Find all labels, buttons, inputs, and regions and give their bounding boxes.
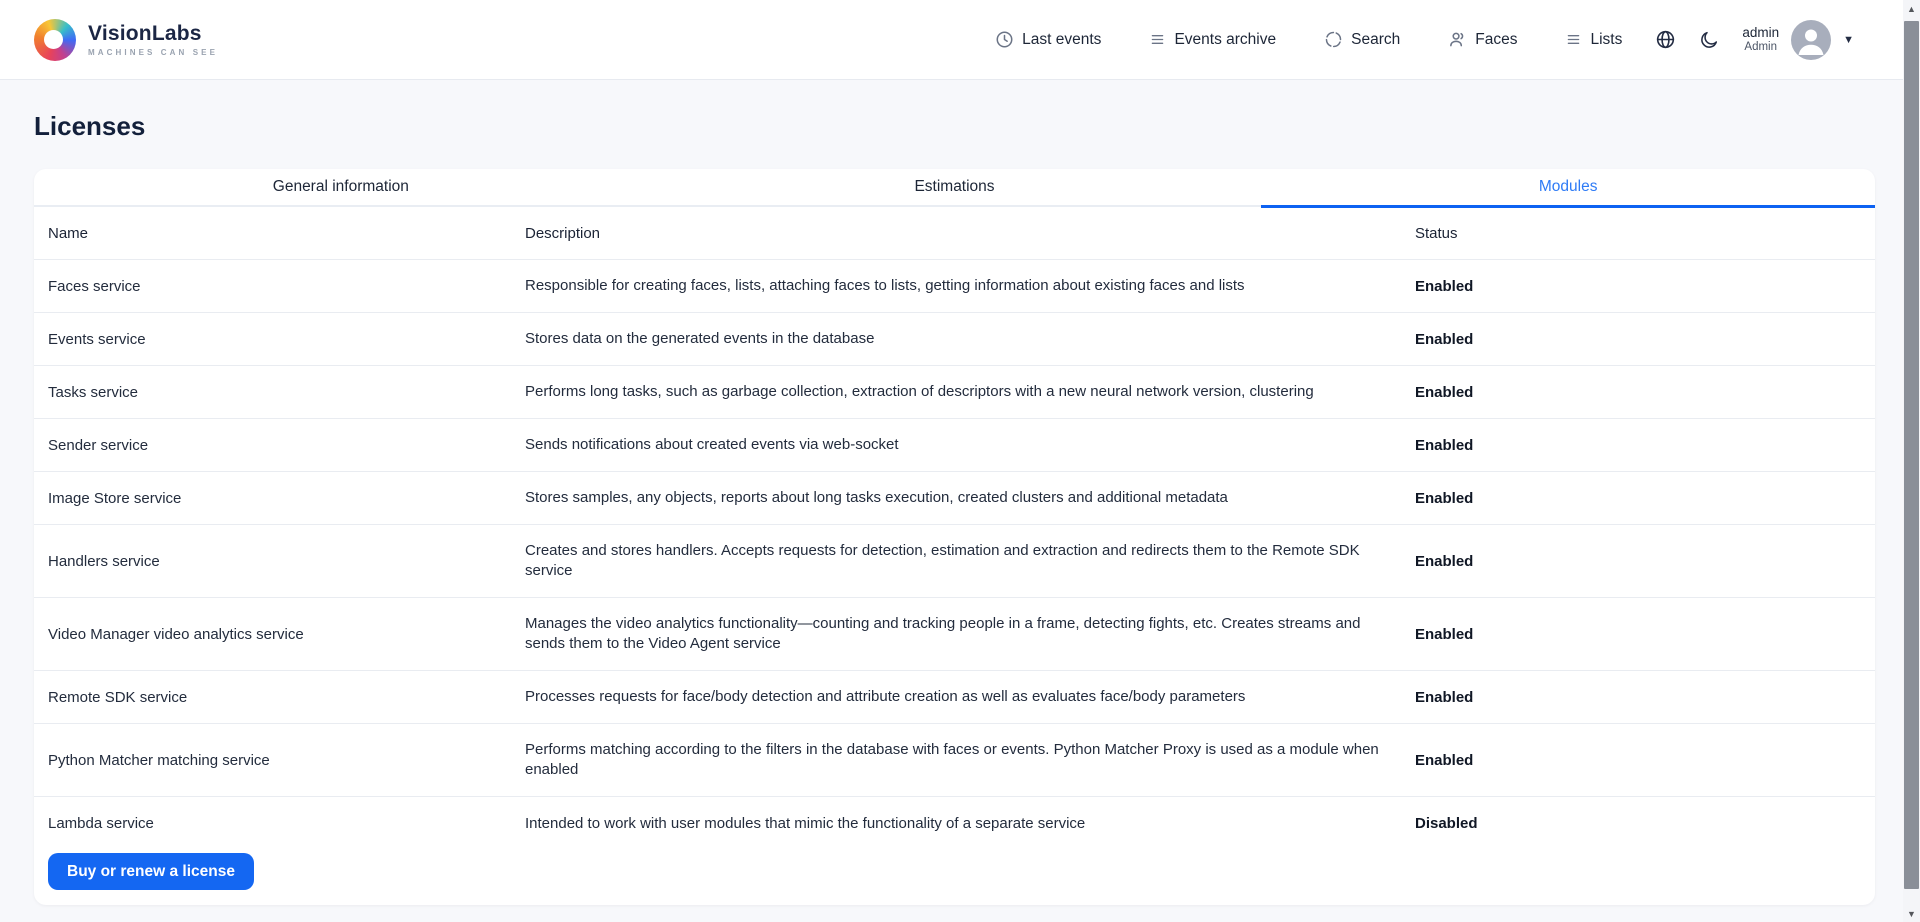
- list-icon: [1149, 31, 1166, 48]
- service-name: Image Store service: [48, 490, 525, 507]
- table-row: Image Store service Stores samples, any …: [34, 472, 1875, 525]
- nav-item-label: Faces: [1475, 31, 1517, 49]
- table-row: Remote SDK service Processes requests fo…: [34, 671, 1875, 724]
- service-description: Responsible for creating faces, lists, a…: [525, 260, 1390, 312]
- scan-circle-icon: [1324, 30, 1343, 49]
- service-status: Enabled: [1415, 752, 1861, 769]
- table-row: Faces service Responsible for creating f…: [34, 260, 1875, 313]
- main-content: Licenses General information Estimations…: [0, 108, 1920, 905]
- service-status: Disabled: [1415, 815, 1861, 832]
- table-header-row: Name Description Status: [34, 207, 1875, 260]
- service-description: Manages the video analytics functionalit…: [525, 598, 1390, 670]
- service-name: Remote SDK service: [48, 689, 525, 706]
- table-row: Events service Stores data on the genera…: [34, 313, 1875, 366]
- service-status: Enabled: [1415, 278, 1861, 295]
- tab-general-information[interactable]: General information: [34, 169, 648, 205]
- dark-mode-moon-icon[interactable]: [1699, 30, 1719, 50]
- buy-or-renew-license-button[interactable]: Buy or renew a license: [48, 853, 254, 890]
- people-icon: [1448, 30, 1467, 49]
- table-row: Tasks service Performs long tasks, such …: [34, 366, 1875, 419]
- service-name: Tasks service: [48, 384, 525, 401]
- brand-tagline: MACHINES CAN SEE: [88, 48, 218, 57]
- user-menu[interactable]: admin Admin ▼: [1742, 20, 1854, 60]
- tab-estimations[interactable]: Estimations: [648, 169, 1262, 205]
- service-description: Processes requests for face/body detecti…: [525, 671, 1390, 723]
- service-status: Enabled: [1415, 626, 1861, 643]
- service-description: Performs matching according to the filte…: [525, 724, 1390, 796]
- service-name: Video Manager video analytics service: [48, 626, 525, 643]
- service-status: Enabled: [1415, 384, 1861, 401]
- service-description: Stores samples, any objects, reports abo…: [525, 472, 1390, 524]
- service-status: Enabled: [1415, 437, 1861, 454]
- table-row: Python Matcher matching service Performs…: [34, 724, 1875, 797]
- main-nav: Last events Events archive Search Faces: [995, 30, 1622, 49]
- language-globe-icon[interactable]: [1655, 29, 1676, 50]
- header-controls: admin Admin ▼: [1655, 20, 1854, 60]
- tab-bar: General information Estimations Modules: [34, 169, 1875, 207]
- brand-logo[interactable]: VisionLabs MACHINES CAN SEE: [34, 19, 218, 61]
- service-name: Events service: [48, 331, 525, 348]
- nav-item-last-events[interactable]: Last events: [995, 30, 1101, 49]
- nav-item-faces[interactable]: Faces: [1448, 30, 1517, 49]
- table-row: Video Manager video analytics service Ma…: [34, 598, 1875, 671]
- vertical-scrollbar[interactable]: ▲ ▼: [1903, 0, 1920, 922]
- nav-item-label: Lists: [1590, 31, 1622, 49]
- chevron-down-icon: ▼: [1843, 34, 1854, 46]
- clock-icon: [995, 30, 1014, 49]
- column-header-description: Description: [525, 225, 1415, 242]
- nav-item-events-archive[interactable]: Events archive: [1149, 31, 1276, 49]
- service-description: Intended to work with user modules that …: [525, 798, 1390, 850]
- column-header-status: Status: [1415, 225, 1861, 242]
- service-name: Faces service: [48, 278, 525, 295]
- nav-item-lists[interactable]: Lists: [1565, 31, 1622, 49]
- service-name: Handlers service: [48, 553, 525, 570]
- service-status: Enabled: [1415, 331, 1861, 348]
- nav-item-label: Events archive: [1174, 31, 1276, 49]
- nav-item-label: Search: [1351, 31, 1400, 49]
- nav-item-label: Last events: [1022, 31, 1101, 49]
- service-description: Performs long tasks, such as garbage col…: [525, 366, 1390, 418]
- column-header-name: Name: [48, 225, 525, 242]
- brand-name: VisionLabs: [88, 22, 218, 46]
- service-status: Enabled: [1415, 689, 1861, 706]
- scrollbar-thumb[interactable]: [1904, 21, 1919, 889]
- service-description: Sends notifications about created events…: [525, 419, 1390, 471]
- service-description: Creates and stores handlers. Accepts req…: [525, 525, 1390, 597]
- tab-modules[interactable]: Modules: [1261, 169, 1875, 205]
- avatar[interactable]: [1791, 20, 1831, 60]
- service-name: Python Matcher matching service: [48, 752, 525, 769]
- top-header: VisionLabs MACHINES CAN SEE Last events …: [0, 0, 1920, 80]
- page-title: Licenses: [34, 108, 1920, 144]
- visionlabs-logo-icon: [34, 19, 76, 61]
- scrollbar-up-arrow-icon[interactable]: ▲: [1903, 0, 1920, 17]
- service-name: Lambda service: [48, 815, 525, 832]
- service-status: Enabled: [1415, 553, 1861, 570]
- table-row: Lambda service Intended to work with use…: [34, 797, 1875, 850]
- user-name: admin: [1742, 25, 1779, 41]
- service-status: Enabled: [1415, 490, 1861, 507]
- user-role: Admin: [1744, 41, 1777, 55]
- list-icon: [1565, 31, 1582, 48]
- scrollbar-down-arrow-icon[interactable]: ▼: [1903, 905, 1920, 922]
- table-row: Handlers service Creates and stores hand…: [34, 525, 1875, 598]
- service-name: Sender service: [48, 437, 525, 454]
- nav-item-search[interactable]: Search: [1324, 30, 1400, 49]
- service-description: Stores data on the generated events in t…: [525, 313, 1390, 365]
- table-row: Sender service Sends notifications about…: [34, 419, 1875, 472]
- licenses-card: General information Estimations Modules …: [34, 169, 1875, 905]
